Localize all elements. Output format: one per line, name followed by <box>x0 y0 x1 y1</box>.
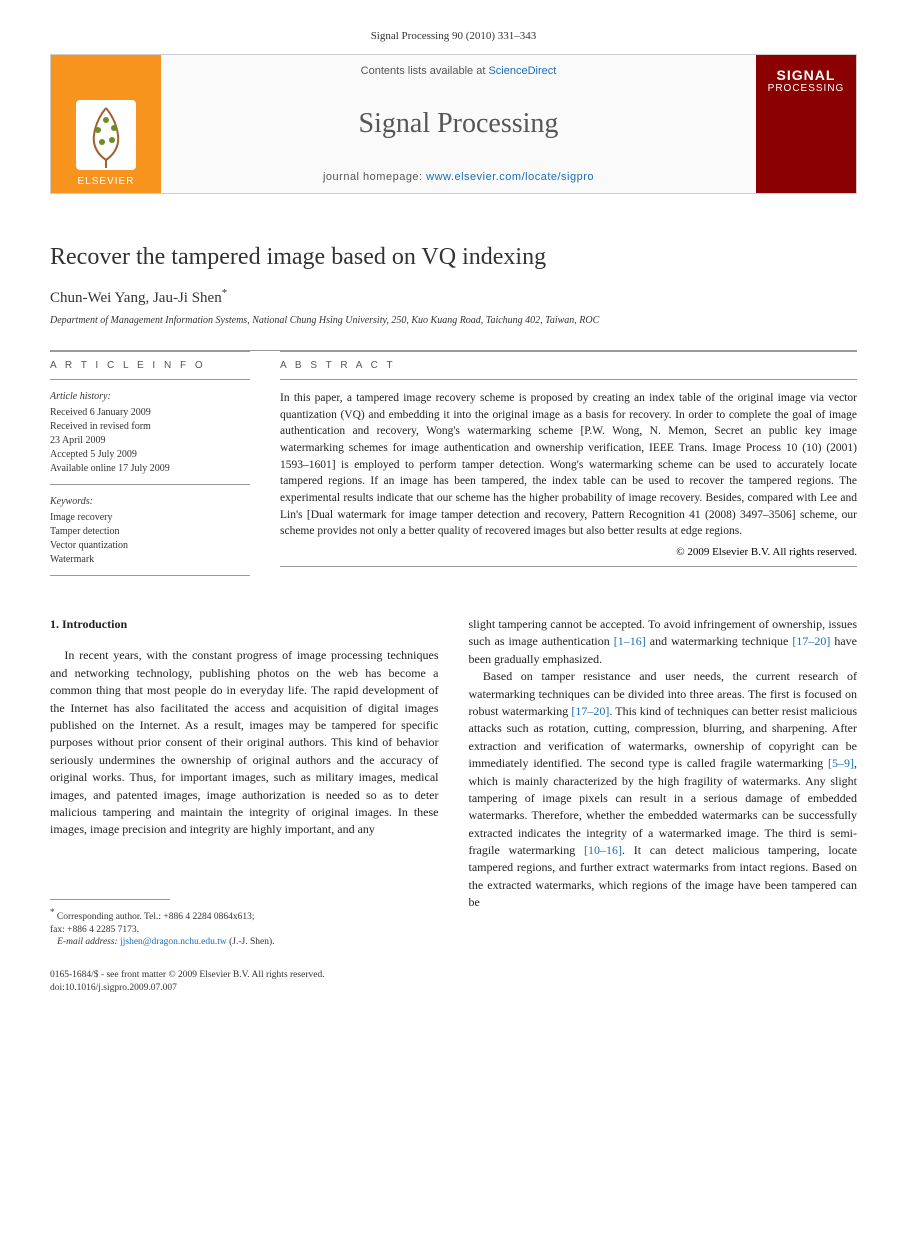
section-1-heading: 1. Introduction <box>50 616 439 633</box>
citation-link[interactable]: [10–16] <box>584 843 622 857</box>
citation-link[interactable]: [1–16] <box>614 634 646 648</box>
keywords-label: Keywords: <box>50 495 250 509</box>
publisher-logo-block: ELSEVIER <box>51 55 161 193</box>
abstract-copyright: © 2009 Elsevier B.V. All rights reserved… <box>280 546 857 558</box>
footnote-email-link[interactable]: jjshen@dragon.nchu.edu.tw <box>120 937 227 947</box>
article-info-heading: A R T I C L E I N F O <box>50 352 250 379</box>
journal-banner: ELSEVIER Contents lists available at Sci… <box>50 54 857 194</box>
body-columns: 1. Introduction In recent years, with th… <box>50 616 857 949</box>
contents-available-line: Contents lists available at ScienceDirec… <box>177 65 740 77</box>
keyword-item: Watermark <box>50 553 250 567</box>
body-column-left: 1. Introduction In recent years, with th… <box>50 616 439 949</box>
homepage-prefix: journal homepage: <box>323 171 426 183</box>
cover-title-line2: PROCESSING <box>768 83 845 94</box>
keyword-item: Vector quantization <box>50 539 250 553</box>
abstract-column: A B S T R A C T In this paper, a tampere… <box>280 351 857 576</box>
contents-prefix: Contents lists available at <box>361 65 489 77</box>
history-online: Available online 17 July 2009 <box>50 462 250 476</box>
footer-doi-line: doi:10.1016/j.sigpro.2009.07.007 <box>50 982 857 995</box>
article-history: Article history: Received 6 January 2009… <box>50 380 250 576</box>
abstract-text: In this paper, a tampered image recovery… <box>280 380 857 540</box>
citation-link[interactable]: [5–9] <box>828 756 854 770</box>
intro-paragraph-1-cont: slight tampering cannot be accepted. To … <box>469 616 858 668</box>
banner-center: Contents lists available at ScienceDirec… <box>161 55 756 193</box>
article-info-column: A R T I C L E I N F O Article history: R… <box>50 351 250 576</box>
author-names: Chun-Wei Yang, Jau-Ji Shen <box>50 290 222 306</box>
keyword-item: Image recovery <box>50 511 250 525</box>
corresponding-author-footnote: * Corresponding author. Tel.: +886 4 228… <box>50 906 439 950</box>
affiliation: Department of Management Information Sys… <box>50 315 857 326</box>
citation-link[interactable]: [17–20] <box>571 704 609 718</box>
author-list: Chun-Wei Yang, Jau-Ji Shen* <box>50 287 857 307</box>
publisher-name: ELSEVIER <box>78 176 135 187</box>
footer-issn-line: 0165-1684/$ - see front matter © 2009 El… <box>50 969 857 982</box>
body-column-right: slight tampering cannot be accepted. To … <box>469 616 858 949</box>
footnote-email-label: E-mail address: <box>57 937 118 947</box>
keyword-item: Tamper detection <box>50 525 250 539</box>
sciencedirect-link[interactable]: ScienceDirect <box>488 65 556 77</box>
journal-cover-thumbnail: SIGNAL PROCESSING <box>756 55 856 193</box>
history-label: Article history: <box>50 390 250 404</box>
cover-title-line1: SIGNAL <box>777 67 836 83</box>
citation-link[interactable]: [17–20] <box>792 634 830 648</box>
article-title: Recover the tampered image based on VQ i… <box>50 244 857 271</box>
abstract-heading: A B S T R A C T <box>280 352 857 379</box>
elsevier-tree-icon <box>76 100 136 170</box>
article-meta-row: A R T I C L E I N F O Article history: R… <box>50 351 857 576</box>
corresponding-marker: * <box>222 287 228 299</box>
history-revised-line2: 23 April 2009 <box>50 434 250 448</box>
history-received: Received 6 January 2009 <box>50 406 250 420</box>
footnote-corr-line: Corresponding author. Tel.: +886 4 2284 … <box>57 912 255 922</box>
homepage-line: journal homepage: www.elsevier.com/locat… <box>177 171 740 183</box>
footnote-marker: * <box>50 907 55 917</box>
history-revised-line1: Received in revised form <box>50 420 250 434</box>
running-header: Signal Processing 90 (2010) 331–343 <box>50 30 857 42</box>
page-footer: 0165-1684/$ - see front matter © 2009 El… <box>50 969 857 995</box>
intro-paragraph-1: In recent years, with the constant progr… <box>50 647 439 838</box>
footnote-fax: fax: +886 4 2285 7173. <box>50 925 139 935</box>
intro-paragraph-2: Based on tamper resistance and user need… <box>469 668 858 911</box>
homepage-link[interactable]: www.elsevier.com/locate/sigpro <box>426 171 594 183</box>
history-accepted: Accepted 5 July 2009 <box>50 448 250 462</box>
footnote-email-who: (J.-J. Shen). <box>229 937 274 947</box>
journal-name: Signal Processing <box>177 108 740 140</box>
footnote-separator <box>50 899 170 900</box>
